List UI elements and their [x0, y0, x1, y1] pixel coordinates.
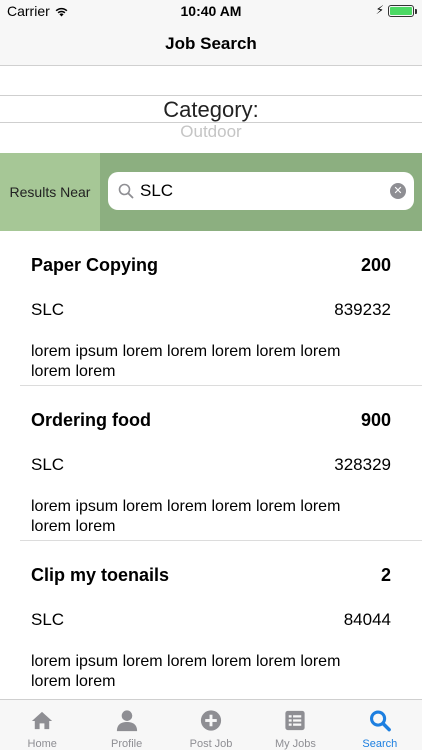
category-picker[interactable]: Category: Outdoor: [0, 66, 422, 153]
search-icon: [118, 183, 134, 199]
tab-search[interactable]: Search: [338, 700, 422, 750]
status-time: 10:40 AM: [180, 3, 242, 19]
tab-label: Search: [362, 738, 398, 750]
list-icon: [285, 710, 306, 731]
job-zip: 328329: [334, 455, 391, 474]
job-location: SLC: [31, 300, 65, 319]
job-title: Clip my toenails: [31, 565, 170, 585]
job-description: lorem ipsum lorem lorem lorem lorem lore…: [31, 498, 341, 535]
job-list[interactable]: Paper Copying 200 SLC 839232 lorem ipsum…: [0, 231, 422, 698]
search-field[interactable]: ✕: [108, 172, 414, 210]
clear-icon[interactable]: ✕: [390, 183, 406, 199]
search-input[interactable]: [140, 172, 380, 210]
navigation-bar: Job Search: [0, 22, 422, 66]
tab-profile[interactable]: Profile: [84, 700, 168, 750]
status-bar: Carrier 10:40 AM ⚡: [0, 0, 422, 22]
charging-icon: ⚡: [375, 3, 384, 17]
job-title: Ordering food: [31, 410, 151, 430]
person-icon: [116, 710, 137, 732]
picker-divider: [0, 95, 422, 96]
job-card[interactable]: Clip my toenails 2 SLC 84044 lorem ipsum…: [0, 541, 422, 696]
tab-label: Post Job: [189, 738, 233, 750]
tab-label: Home: [27, 738, 57, 750]
job-pay: 900: [360, 410, 391, 430]
job-pay: 200: [360, 255, 391, 275]
job-pay: 2: [380, 565, 391, 585]
job-zip: 84044: [343, 610, 391, 629]
job-location: SLC: [31, 610, 65, 629]
tab-home[interactable]: Home: [0, 700, 84, 750]
tab-bar: Home Profile Post Job My Jobs Search: [0, 699, 422, 750]
job-card[interactable]: Paper Copying 200 SLC 839232 lorem ipsum…: [0, 231, 422, 386]
job-title: Paper Copying: [31, 255, 159, 275]
plus-circle-icon: [200, 710, 222, 731]
job-description: lorem ipsum lorem lorem lorem lorem lore…: [31, 653, 341, 690]
job-location: SLC: [31, 455, 65, 474]
tab-post-job[interactable]: Post Job: [169, 700, 253, 750]
search-area: Results Near ✕: [0, 153, 422, 231]
tab-label: Profile: [111, 738, 143, 750]
job-card[interactable]: Ordering food 900 SLC 328329 lorem ipsum…: [0, 386, 422, 541]
results-near-label: Results Near: [0, 153, 100, 231]
search-icon: [369, 710, 391, 732]
tab-my-jobs[interactable]: My Jobs: [253, 700, 337, 750]
tab-label: My Jobs: [274, 738, 316, 750]
job-description: lorem ipsum lorem lorem lorem lorem lore…: [31, 343, 341, 380]
category-option[interactable]: Outdoor: [0, 122, 422, 142]
page-title: Job Search: [165, 34, 257, 53]
category-label: Category:: [163, 97, 259, 122]
battery-icon: [388, 5, 417, 17]
home-icon: [32, 711, 53, 730]
job-zip: 839232: [334, 300, 391, 319]
